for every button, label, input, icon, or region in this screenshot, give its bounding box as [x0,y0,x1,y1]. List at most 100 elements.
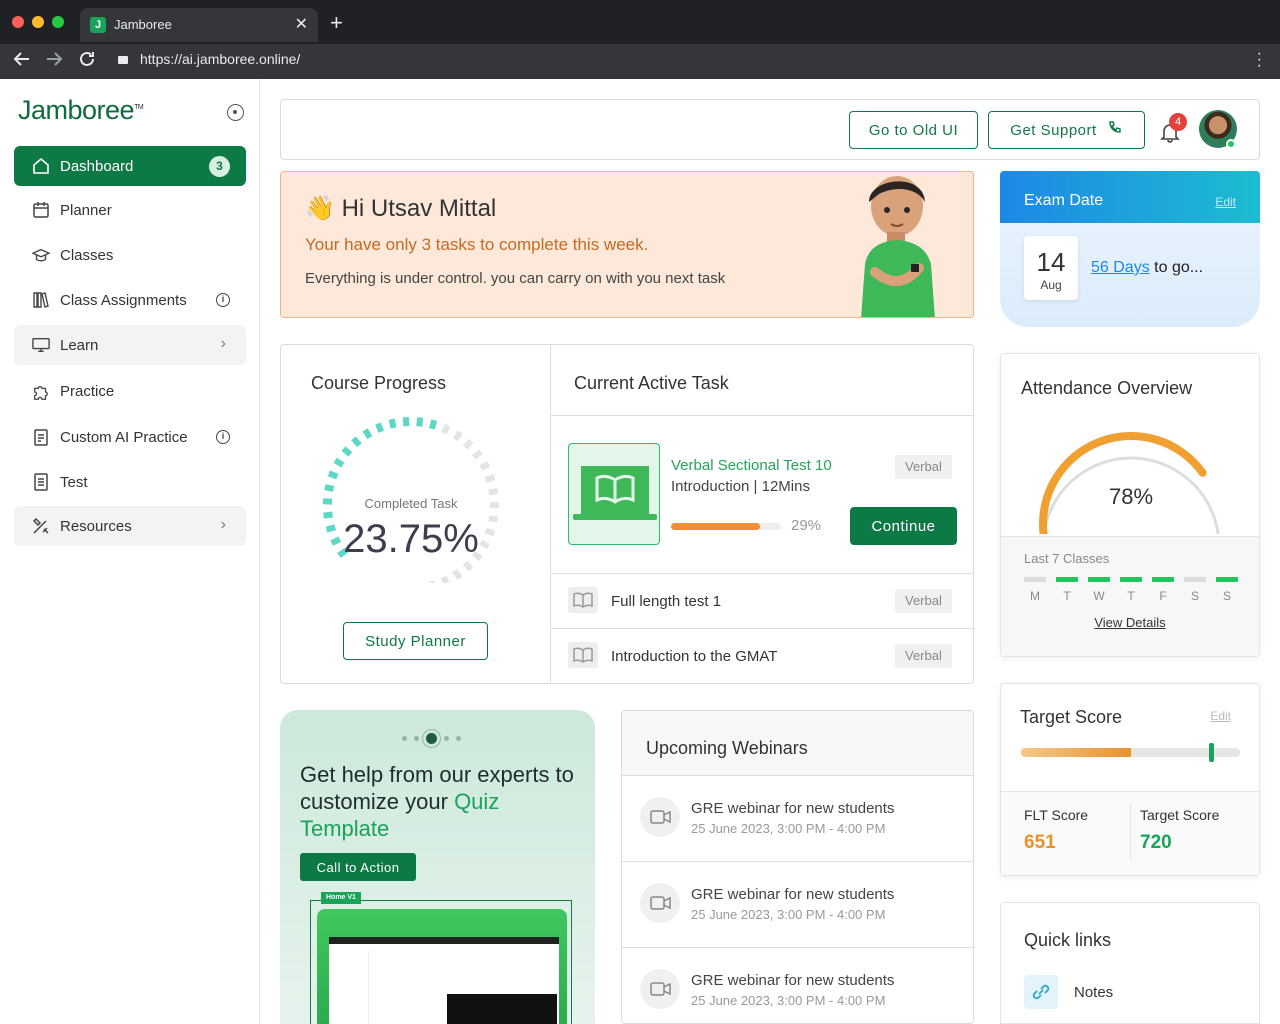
promo-screen [329,937,559,1024]
attendance-gauge [1039,432,1220,534]
active-task-name[interactable]: Verbal Sectional Test 10 [671,457,832,474]
days-remaining-link[interactable]: 56 Days [1091,259,1150,276]
webinar-date: 25 June 2023, 3:00 PM - 4:00 PM [691,993,886,1008]
carousel-dot-active[interactable] [426,733,437,744]
exam-date-title: Exam Date [1024,192,1104,209]
last-classes-label: Last 7 Classes [1024,551,1110,566]
exam-day: 14 [1036,247,1066,277]
webinar-date: 25 June 2023, 3:00 PM - 4:00 PM [691,821,886,836]
promo-video [447,994,557,1024]
new-tab-icon[interactable]: + [330,12,343,34]
attendance-bar [1056,577,1078,582]
link-icon[interactable] [1024,975,1058,1009]
url-text: https://ai.jamboree.online/ [140,51,301,67]
greeting-body: Everything is under control. you can car… [305,270,726,287]
carousel-dot[interactable] [444,736,449,741]
chevron-right-icon: › [220,335,226,352]
quick-links-title: Quick links [1024,930,1112,950]
sidebar-item-planner[interactable]: Planner [14,190,246,230]
reload-icon[interactable] [78,50,96,72]
maximize-window-dot[interactable] [52,16,64,28]
forward-icon[interactable] [45,50,63,72]
task-list-item[interactable]: Introduction to the GMAT [611,648,777,665]
webinar-row[interactable]: GRE webinar for new students 25 June 202… [622,776,973,862]
graduation-cap-icon [32,246,50,264]
attendance-day-label: S [1222,589,1231,603]
days-remaining-suffix: to go... [1149,259,1204,276]
sidebar-item-label: Dashboard [60,157,134,175]
sidebar-item-class-assignments[interactable]: Class Assignments i [14,280,246,320]
course-progress-title: Course Progress [311,373,447,393]
task-thumbnail[interactable] [568,443,660,545]
jamboree-logo[interactable]: JamboreeTM [18,95,144,126]
chevron-right-icon: › [220,516,226,533]
progress-tick [479,461,491,471]
info-icon[interactable]: i [216,293,230,307]
browser-tab[interactable]: J Jamboree ✕ [80,8,318,42]
sidebar-item-label: Learn [60,336,99,354]
exam-date-edit-link[interactable]: Edit [1215,195,1236,209]
video-camera-icon [640,883,680,923]
attendance-title: Attendance Overview [1021,378,1193,398]
sidebar-item-practice[interactable]: Practice [14,371,246,411]
target-score-value: 720 [1140,832,1172,853]
promo-device [317,909,567,1024]
attendance-bar [1120,577,1142,582]
get-support-button[interactable]: Get Support [988,111,1145,149]
carousel-dot[interactable] [402,736,407,741]
book-icon [568,642,598,668]
promo-screenshot: Home V1 [310,892,572,1024]
sidebar-item-test[interactable]: Test [14,462,246,502]
active-task-meta: Introduction | 12Mins [671,478,810,495]
url-field[interactable]: https://ai.jamboree.online/ [118,51,300,67]
score-slider-handle[interactable] [1209,743,1215,762]
collapse-sidebar-icon[interactable] [227,104,244,121]
sidebar-item-resources[interactable]: Resources › [14,506,246,546]
attendance-day-label: T [1127,589,1135,603]
progress-tick [428,580,436,583]
task-list-item[interactable]: Full length test 1 [611,593,721,610]
close-window-dot[interactable] [12,16,24,28]
sidebar-item-dashboard[interactable]: Dashboard 3 [14,146,246,186]
continue-button[interactable]: Continue [850,507,957,545]
sidebar-item-learn[interactable]: Learn › [14,325,246,365]
sidebar-item-custom-ai-practice[interactable]: Custom AI Practice i [14,417,246,457]
task-progress-percent: 29% [791,517,822,534]
logo-text: Jamboree [18,95,135,125]
webinar-row[interactable]: GRE webinar for new students 25 June 202… [622,948,973,1023]
greeting-subtitle: Your have only 3 tasks to complete this … [305,235,649,254]
books-icon [32,291,50,309]
view-details-link[interactable]: View Details [1001,615,1259,630]
promo-carousel: Get help from our experts to customize y… [280,710,595,1024]
go-to-old-ui-button[interactable]: Go to Old UI [849,111,978,149]
carousel-dot[interactable] [456,736,461,741]
logo-trademark: TM [134,104,144,111]
attendance-footer: Last 7 Classes M T W T F S S View Details [1001,536,1259,656]
completed-task-value: 23.75% [343,517,479,561]
quick-links-card: Quick links Notes [1000,902,1260,1024]
flt-score-value: 651 [1024,832,1056,853]
tab-close-icon[interactable]: ✕ [295,14,308,34]
score-slider[interactable] [1021,743,1240,762]
attendance-bar [1152,577,1174,582]
minimize-window-dot[interactable] [32,16,44,28]
video-camera-icon [640,797,680,837]
monitor-icon [32,336,50,354]
sidebar-item-label: Test [60,473,88,491]
back-icon[interactable] [13,50,31,72]
task-tag: Verbal [895,455,952,479]
sidebar-item-classes[interactable]: Classes [14,235,246,275]
call-to-action-button[interactable]: Call to Action [300,853,416,881]
clipboard-icon [32,428,50,446]
progress-tick [388,418,397,429]
webinar-name: GRE webinar for new students [691,972,895,989]
tools-icon [32,517,50,535]
quick-link-notes[interactable]: Notes [1074,984,1113,1001]
webinar-row[interactable]: GRE webinar for new students 25 June 202… [622,862,973,948]
info-icon[interactable]: i [216,430,230,444]
progress-tick [375,422,385,433]
browser-menu-icon[interactable]: · · · [1257,46,1262,74]
study-planner-button[interactable]: Study Planner [343,622,488,660]
target-score-edit-link[interactable]: Edit [1210,709,1231,723]
carousel-dot[interactable] [414,736,419,741]
